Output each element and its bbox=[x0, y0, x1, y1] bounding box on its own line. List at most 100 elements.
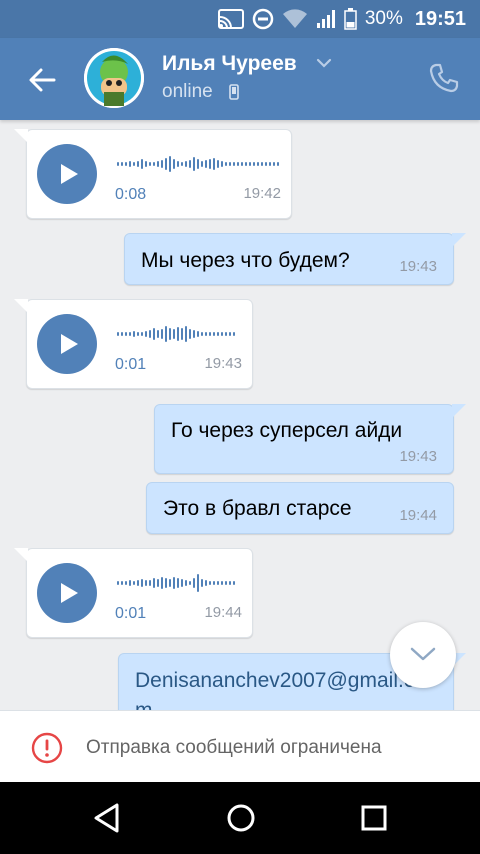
waveform-bar bbox=[181, 328, 183, 340]
waveform-bar bbox=[153, 578, 155, 588]
waveform-bar bbox=[229, 162, 231, 166]
waveform-bar bbox=[149, 330, 151, 338]
waveform-bar bbox=[165, 578, 167, 588]
restriction-notice-text: Отправка сообщений ограничена bbox=[86, 737, 382, 758]
voice-message[interactable]: 0:01 19:44 bbox=[26, 548, 253, 638]
waveform-bar bbox=[233, 332, 235, 336]
waveform-bar bbox=[277, 162, 279, 166]
voice-message[interactable]: 0:01 19:43 bbox=[26, 299, 253, 389]
square-recents-icon[interactable] bbox=[360, 802, 388, 834]
waveform-bar bbox=[201, 579, 203, 587]
waveform-bar bbox=[181, 579, 183, 587]
exclamation-circle-icon bbox=[31, 732, 63, 764]
waveform-bar bbox=[221, 581, 223, 585]
message-list[interactable]: 0:08 19:42 Мы через что будем? 19:43 0:0… bbox=[0, 120, 480, 710]
message-text: Го через суперсел айди bbox=[171, 419, 403, 442]
text-message[interactable]: Го через суперсел айди 19:43 bbox=[154, 404, 454, 474]
voice-waveform[interactable] bbox=[117, 322, 243, 346]
text-message[interactable]: Это в бравл старсе 19:44 bbox=[146, 482, 454, 534]
play-icon[interactable] bbox=[37, 314, 97, 374]
waveform-bar bbox=[205, 160, 207, 168]
play-icon[interactable] bbox=[37, 563, 97, 623]
waveform-bar bbox=[153, 162, 155, 166]
scroll-down-button[interactable] bbox=[390, 622, 456, 688]
waveform-bar bbox=[153, 328, 155, 340]
waveform-bar bbox=[185, 580, 187, 586]
message-time: 19:43 bbox=[399, 258, 437, 275]
status-icons: 30% 19:51 bbox=[217, 6, 466, 32]
waveform-bar bbox=[129, 161, 131, 167]
bubble-tail bbox=[14, 299, 28, 313]
waveform-bar bbox=[133, 162, 135, 166]
message-time: 19:43 bbox=[204, 355, 242, 372]
chevron-down-icon[interactable] bbox=[316, 58, 332, 68]
waveform-bar bbox=[149, 580, 151, 586]
voice-duration: 0:01 bbox=[115, 356, 147, 373]
waveform-bar bbox=[213, 581, 215, 585]
status-bar: 30% 19:51 bbox=[0, 0, 480, 38]
waveform-bar bbox=[209, 332, 211, 336]
waveform-bar bbox=[145, 161, 147, 167]
phone-icon[interactable] bbox=[428, 62, 460, 94]
waveform-bar bbox=[165, 158, 167, 170]
message-link[interactable]: Denisananchev2007@gmail.com bbox=[135, 666, 435, 710]
waveform-bar bbox=[257, 162, 259, 166]
waveform-bar bbox=[205, 580, 207, 586]
waveform-bar bbox=[177, 327, 179, 341]
waveform-bar bbox=[125, 332, 127, 336]
waveform-bar bbox=[117, 332, 119, 336]
voice-waveform[interactable] bbox=[117, 152, 283, 176]
waveform-bar bbox=[117, 162, 119, 166]
triangle-back-icon[interactable] bbox=[92, 802, 122, 834]
avatar[interactable] bbox=[84, 48, 144, 108]
message-time: 19:44 bbox=[204, 604, 242, 621]
waveform-bar bbox=[181, 162, 183, 166]
waveform-bar bbox=[217, 160, 219, 168]
waveform-bar bbox=[253, 162, 255, 166]
do-not-disturb-icon bbox=[252, 8, 274, 30]
waveform-bar bbox=[157, 579, 159, 587]
bubble-tail bbox=[452, 233, 466, 247]
voice-message[interactable]: 0:08 19:42 bbox=[26, 129, 292, 219]
waveform-bar bbox=[173, 577, 175, 589]
restriction-notice-bar: Отправка сообщений ограничена bbox=[0, 710, 480, 782]
contact-name[interactable]: Илья Чуреев bbox=[162, 52, 297, 76]
waveform-bar bbox=[225, 162, 227, 166]
waveform-bar bbox=[221, 161, 223, 167]
message-time: 19:43 bbox=[399, 448, 437, 465]
waveform-bar bbox=[173, 159, 175, 169]
waveform-bar bbox=[229, 332, 231, 336]
waveform-bar bbox=[149, 162, 151, 166]
waveform-bar bbox=[173, 329, 175, 339]
bubble-tail bbox=[452, 404, 466, 418]
waveform-bar bbox=[129, 332, 131, 336]
waveform-bar bbox=[157, 330, 159, 338]
waveform-bar bbox=[133, 581, 135, 585]
waveform-bar bbox=[177, 578, 179, 588]
waveform-bar bbox=[157, 161, 159, 167]
waveform-bar bbox=[225, 332, 227, 336]
waveform-bar bbox=[197, 574, 199, 592]
waveform-bar bbox=[169, 579, 171, 587]
waveform-bar bbox=[145, 580, 147, 586]
cast-icon bbox=[217, 9, 244, 29]
waveform-bar bbox=[169, 156, 171, 172]
system-navigation-bar bbox=[0, 782, 480, 854]
waveform-bar bbox=[273, 162, 275, 166]
wifi-icon bbox=[282, 9, 307, 28]
circle-home-icon[interactable] bbox=[225, 802, 257, 834]
voice-waveform[interactable] bbox=[117, 571, 243, 595]
play-icon[interactable] bbox=[37, 144, 97, 204]
message-text: Мы через что будем? bbox=[141, 249, 350, 272]
waveform-bar bbox=[165, 326, 167, 342]
waveform-bar bbox=[241, 162, 243, 166]
waveform-bar bbox=[125, 581, 127, 585]
waveform-bar bbox=[161, 329, 163, 339]
waveform-bar bbox=[233, 581, 235, 585]
waveform-bar bbox=[125, 162, 127, 166]
bubble-tail bbox=[14, 129, 28, 143]
waveform-bar bbox=[137, 332, 139, 336]
text-message[interactable]: Мы через что будем? 19:43 bbox=[124, 233, 454, 285]
waveform-bar bbox=[269, 162, 271, 166]
arrow-left-icon[interactable] bbox=[24, 62, 60, 98]
